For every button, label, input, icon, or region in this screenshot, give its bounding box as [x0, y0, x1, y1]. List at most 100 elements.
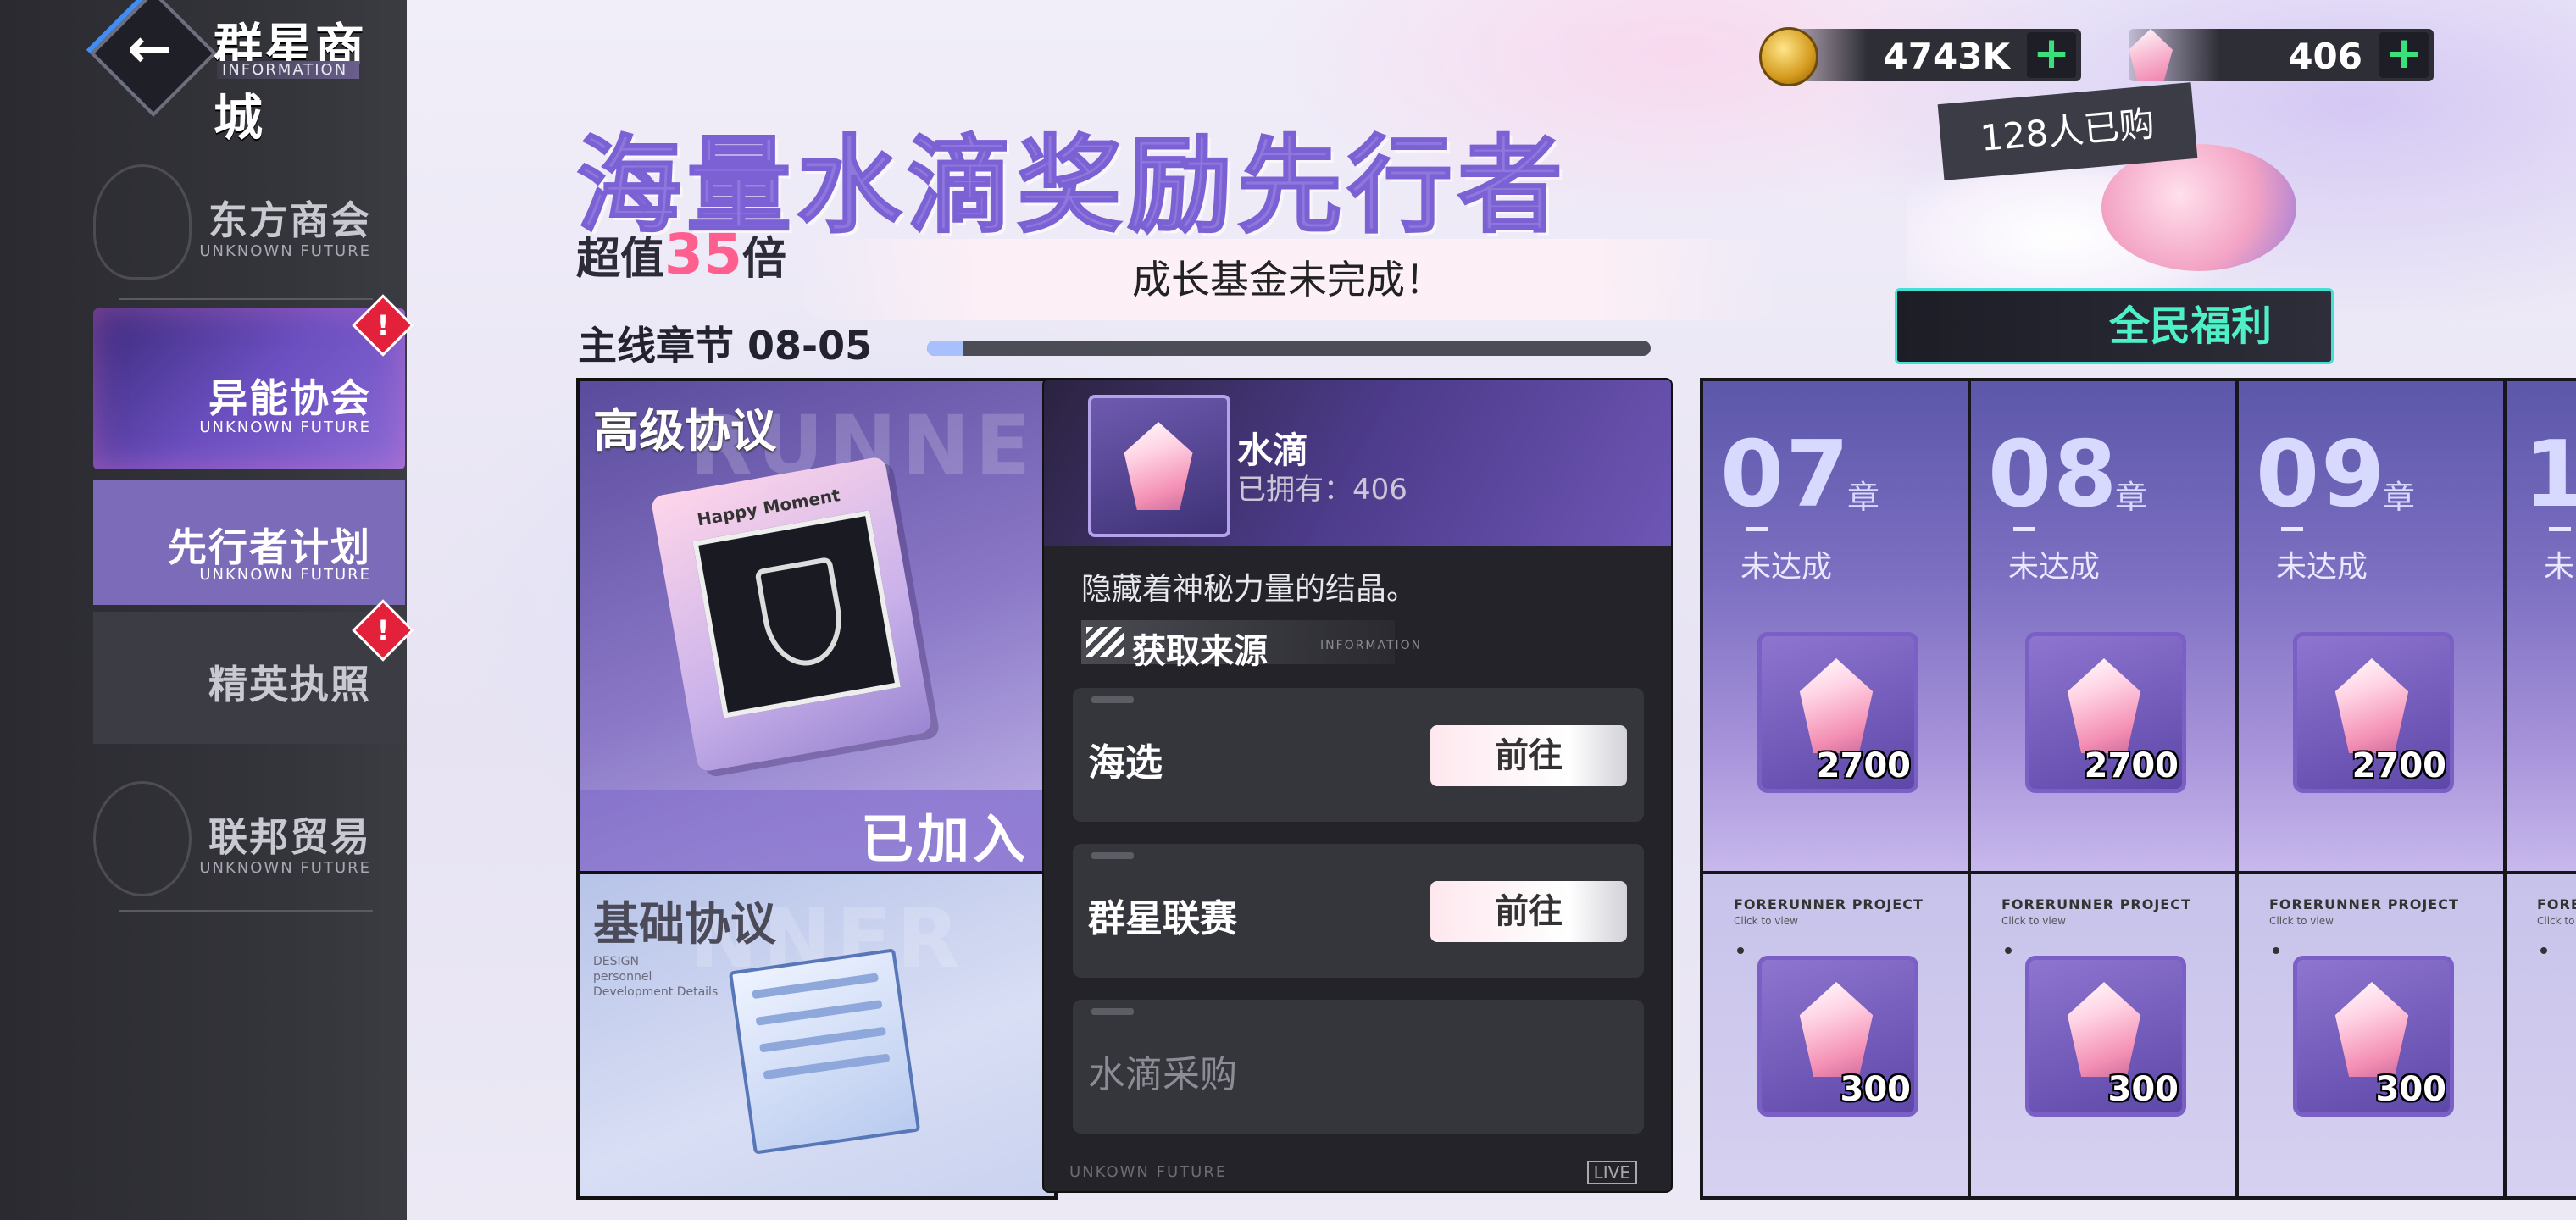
reward-slot[interactable]: 2700 — [2025, 632, 2186, 793]
gem-counter: 406 + — [2129, 29, 2434, 81]
coin-icon — [1759, 27, 1818, 86]
coin-counter: 4743K + — [1759, 27, 2081, 86]
status-dash — [2549, 527, 2571, 531]
go-button[interactable]: 前往 — [1430, 881, 1627, 942]
basic-protocol-card[interactable]: NNER 基础协议 DESIGN personnel Development D… — [576, 871, 1058, 1200]
project-label: FORERUNN — [2537, 896, 2576, 912]
item-owned: 已拥有：406 — [1237, 473, 1407, 507]
water-drop-icon — [2334, 982, 2409, 1077]
advanced-protocol-title: 高级协议 — [593, 404, 776, 458]
status-dash — [2013, 527, 2035, 531]
click-hint: Click to — [2537, 915, 2575, 927]
documents-icon — [728, 948, 921, 1155]
live-badge: LIVE — [1586, 1161, 1637, 1184]
chapter-basic-column[interactable]: FORERUNNER PROJECT Click to view 300 — [1968, 871, 2239, 1200]
divider — [119, 910, 373, 912]
design-tag: DESIGN personnel Development Details — [593, 955, 719, 999]
chapter-number: 09 — [2256, 422, 2387, 528]
chapter-advanced-column[interactable]: 09 章未达成 2700 — [2235, 378, 2507, 874]
advanced-protocol-card[interactable]: RUNNER 高级协议 Happy Moment 已加入 — [576, 378, 1098, 874]
reward-slot[interactable]: 300 — [2025, 956, 2186, 1117]
chapter-basic-column[interactable]: FORERUNNER PROJECT Click to view 300 — [2235, 871, 2507, 1200]
water-drop-icon — [1799, 982, 1874, 1077]
chapter-status: 未 — [2544, 550, 2575, 585]
water-drop-icon — [2129, 29, 2173, 81]
chapter-progress-bar — [927, 341, 1651, 356]
reward-slot[interactable]: 300 — [1757, 956, 1918, 1117]
source-row-star-league: 群星联赛 前往 — [1073, 844, 1644, 978]
water-drop-icon — [2334, 658, 2409, 753]
sidebar-item-sub: UNKNOWN FUTURE — [199, 419, 371, 436]
reward-amount: 300 — [2107, 1070, 2179, 1109]
notebook-icon: Happy Moment — [650, 456, 933, 773]
sidebar-item-oriental-chamber[interactable]: 东方商会 UNKNOWN FUTURE — [93, 156, 405, 283]
stripe-icon — [1086, 627, 1124, 657]
sidebar-item-sub: UNKNOWN FUTURE — [199, 859, 371, 877]
sidebar-item-sub: UNKNOWN FUTURE — [199, 242, 371, 260]
source-row-audition: 海选 前往 — [1073, 688, 1644, 822]
chapter-status: 未达成 — [2008, 550, 2101, 585]
divider — [119, 298, 373, 300]
basic-protocol-title: 基础协议 — [593, 897, 776, 951]
back-arrow-icon[interactable]: ← — [127, 22, 186, 81]
source-header: 获取来源 INFORMATION — [1081, 620, 1420, 671]
item-tooltip: 水滴 已拥有：406 隐藏着神秘力量的结晶。 获取来源 INFORMATION … — [1042, 378, 1673, 1193]
reward-slot[interactable]: 2700 — [1757, 632, 1918, 793]
reward-amount: 300 — [1840, 1070, 1912, 1109]
shield-icon — [754, 556, 850, 672]
reward-amount: 300 — [2375, 1070, 2447, 1109]
universal-welfare-button[interactable]: 全民福利 — [1895, 288, 2334, 364]
go-button[interactable]: 前往 — [1430, 725, 1627, 786]
chapter-number: 1 — [2523, 422, 2576, 528]
dragon-emblem-icon — [93, 164, 192, 280]
click-hint: Click to view — [2001, 915, 2066, 927]
sidebar-item-label: 异能协会 — [208, 375, 371, 421]
add-gems-button[interactable]: + — [2379, 31, 2429, 78]
water-drop-icon — [2067, 658, 2141, 753]
reward-slot[interactable]: 2700 — [2293, 632, 2454, 793]
sidebar: ← 群星商城 INFORMATION 东方商会 UNKNOWN FUTURE 异… — [0, 0, 414, 1220]
chapter-unit: 章 — [2115, 479, 2148, 516]
chapter-advanced-column[interactable]: 1未 — [2503, 378, 2576, 874]
sidebar-item-label: 东方商会 — [208, 197, 371, 243]
project-label: FORERUNNER PROJECT — [2001, 896, 2191, 912]
sidebar-item-label: 先行者计划 — [168, 524, 371, 570]
banner-subtitle: 超值35倍 — [576, 222, 786, 287]
water-drop-icon — [1799, 658, 1874, 753]
chapter-number: 07 — [1720, 422, 1852, 528]
water-drop-icon — [1124, 422, 1193, 510]
chapter-progress-label: 主线章节 08-05 — [578, 323, 873, 369]
project-label: FORERUNNER PROJECT — [1734, 896, 1924, 912]
coin-value: 4743K — [1883, 36, 2010, 77]
chapter-number: 08 — [1988, 422, 2119, 528]
add-coins-button[interactable]: + — [2027, 31, 2076, 78]
click-hint: Click to view — [1734, 915, 1798, 927]
chapter-advanced-column[interactable]: 08 章未达成 2700 — [1968, 378, 2239, 874]
reward-amount: 2700 — [2084, 746, 2179, 785]
reward-amount: 2700 — [1816, 746, 1911, 785]
toast-message: 成长基金未完成！ — [797, 239, 1779, 320]
chapter-unit: 章 — [2383, 479, 2416, 516]
chapter-basic-column[interactable]: FORERUNN Click to — [2503, 871, 2576, 1200]
store-subtitle: INFORMATION — [217, 61, 360, 79]
project-label: FORERUNNER PROJECT — [2269, 896, 2459, 912]
tooltip-footer: UNKOWN FUTURE — [1069, 1163, 1228, 1181]
sidebar-item-forerunner-plan[interactable]: 先行者计划 UNKNOWN FUTURE — [93, 480, 405, 605]
source-row-drop-purchase: 水滴采购 — [1073, 1000, 1644, 1134]
item-description: 隐藏着神秘力量的结晶。 — [1081, 572, 1418, 607]
gear-emblem-icon — [93, 781, 192, 896]
reward-amount: 2700 — [2351, 746, 2446, 785]
joined-status: 已加入 — [580, 790, 1054, 871]
water-drop-icon — [2067, 982, 2141, 1077]
reward-slot[interactable]: 300 — [2293, 956, 2454, 1117]
chapter-unit: 章 — [1847, 479, 1880, 516]
sidebar-item-sub: UNKNOWN FUTURE — [199, 566, 371, 584]
chapter-status: 未达成 — [2276, 550, 2368, 585]
chapter-status: 未达成 — [1740, 550, 1833, 585]
chapter-advanced-column[interactable]: 07 章未达成 2700 — [1700, 378, 1971, 874]
status-dash — [2281, 527, 2303, 531]
sidebar-item-label: 精英执照 — [208, 662, 371, 707]
chapter-basic-column[interactable]: FORERUNNER PROJECT Click to view 300 — [1700, 871, 1971, 1200]
click-hint: Click to view — [2269, 915, 2334, 927]
sidebar-item-federation-trade[interactable]: 联邦贸易 UNKNOWN FUTURE — [93, 773, 405, 900]
